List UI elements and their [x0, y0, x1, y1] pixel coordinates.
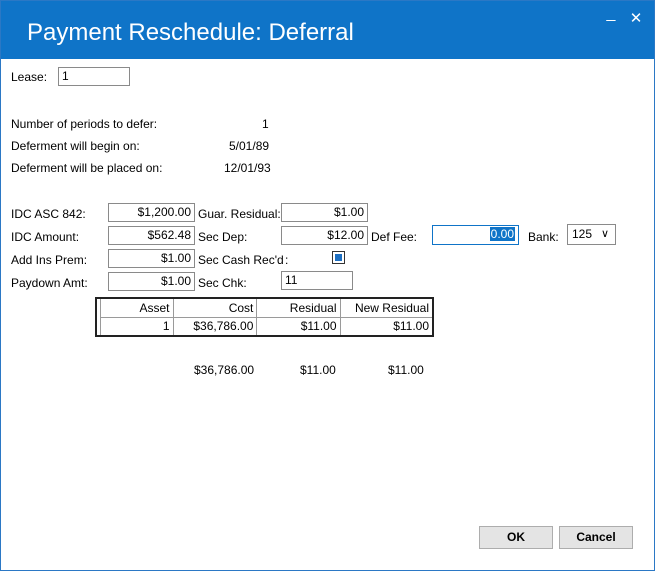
sec-chk-label: Sec Chk:	[198, 276, 247, 290]
sec-cash-recd-label: Sec Cash Rec'd	[198, 253, 284, 267]
grid-cell-new-residual[interactable]: $11.00	[339, 316, 434, 337]
def-fee-input[interactable]: 0.00	[432, 225, 519, 245]
grid-header-row: Asset Cost Residual New Residual	[96, 297, 434, 318]
guar-residual-input[interactable]: $1.00	[281, 203, 368, 222]
dialog-window: Payment Reschedule: Deferral _ ✕ Lease: …	[0, 0, 655, 571]
total-residual: $11.00	[300, 363, 336, 377]
lease-label: Lease:	[11, 70, 48, 84]
grid-header-asset[interactable]: Asset	[99, 297, 174, 318]
sec-cash-recd-checkbox[interactable]	[332, 251, 345, 264]
periods-to-defer-value: 1	[262, 117, 269, 131]
grid-header-residual[interactable]: Residual	[256, 297, 341, 318]
def-fee-selected-text: 0.00	[489, 227, 515, 241]
ok-button[interactable]: OK	[479, 526, 553, 549]
title-bar: Payment Reschedule: Deferral _ ✕	[1, 1, 654, 59]
bank-select-value: 125	[572, 227, 593, 241]
idc-asc-input[interactable]: $1,200.00	[108, 203, 195, 222]
bank-label: Bank:	[528, 230, 559, 244]
deferment-begin-label: Deferment will begin on:	[11, 139, 140, 153]
total-cost: $36,786.00	[194, 363, 255, 377]
close-button[interactable]: ✕	[626, 9, 646, 27]
chevron-down-icon[interactable]: ∨	[601, 227, 609, 240]
lease-input[interactable]: 1	[58, 67, 130, 86]
bank-select[interactable]: 125 ∨	[567, 224, 616, 245]
deferment-begin-value: 5/01/89	[229, 139, 270, 153]
sec-cash-recd-colon: :	[285, 253, 289, 267]
minimize-button[interactable]: _	[601, 5, 621, 23]
total-new-residual: $11.00	[388, 363, 424, 377]
periods-to-defer-label: Number of periods to defer:	[11, 117, 158, 131]
grid-cell-residual[interactable]: $11.00	[256, 316, 341, 337]
sec-dep-input[interactable]: $12.00	[281, 226, 368, 245]
deferment-placed-label: Deferment will be placed on:	[11, 161, 163, 175]
add-ins-prem-label: Add Ins Prem:	[11, 253, 88, 267]
add-ins-prem-input[interactable]: $1.00	[108, 249, 195, 268]
paydown-amt-label: Paydown Amt:	[11, 276, 88, 290]
sec-dep-label: Sec Dep:	[198, 230, 248, 244]
table-row[interactable]: 1 $36,786.00 $11.00 $11.00	[96, 316, 434, 337]
grid-header-new-residual[interactable]: New Residual	[339, 297, 434, 318]
guar-residual-label: Guar. Residual:	[198, 207, 281, 221]
window-title: Payment Reschedule: Deferral	[27, 19, 354, 46]
paydown-amt-input[interactable]: $1.00	[108, 272, 195, 291]
idc-amount-input[interactable]: $562.48	[108, 226, 195, 245]
idc-amount-label: IDC Amount:	[11, 230, 80, 244]
grid-header-cost[interactable]: Cost	[172, 297, 258, 318]
idc-asc-label: IDC ASC 842:	[11, 207, 86, 221]
cancel-button[interactable]: Cancel	[559, 526, 633, 549]
asset-grid: Asset Cost Residual New Residual 1 $36,7…	[95, 297, 434, 337]
checkbox-checked-mark	[335, 254, 342, 261]
grid-cell-asset[interactable]: 1	[99, 316, 174, 337]
sec-chk-input[interactable]: 11	[281, 271, 353, 290]
def-fee-label: Def Fee:	[371, 230, 418, 244]
deferment-placed-value: 12/01/93	[224, 161, 271, 175]
grid-cell-cost[interactable]: $36,786.00	[172, 316, 258, 337]
